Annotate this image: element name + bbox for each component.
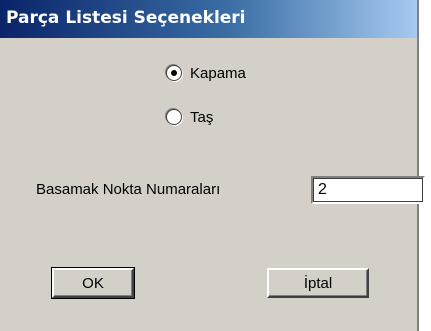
cancel-button[interactable]: İptal (267, 268, 369, 298)
decimal-places-label: Basamak Nokta Numaraları (36, 181, 221, 198)
radio-unchecked-icon[interactable] (166, 109, 182, 125)
window-title: Parça Listesi Seçenekleri (6, 8, 246, 28)
title-bar[interactable]: Parça Listesi Seçenekleri (0, 0, 417, 38)
radio-tas-label: Taş (190, 108, 214, 126)
radio-kapama[interactable]: Kapama (166, 62, 246, 84)
radio-tas[interactable]: Taş (166, 106, 213, 128)
dialog-window: Parça Listesi Seçenekleri Kapama Taş Bas… (0, 0, 425, 331)
radio-checked-icon[interactable] (166, 65, 182, 81)
radio-kapama-label: Kapama (190, 64, 246, 82)
ok-button[interactable]: OK (51, 267, 135, 299)
decimal-places-input[interactable] (311, 176, 425, 204)
